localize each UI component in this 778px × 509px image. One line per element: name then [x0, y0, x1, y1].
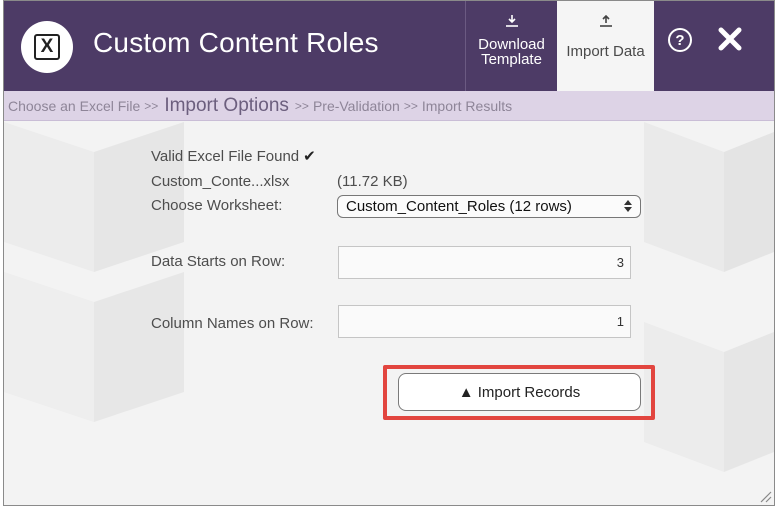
download-label-line2: Template	[481, 51, 542, 68]
breadcrumb-step-pre-validation: Pre-Validation	[312, 97, 400, 114]
download-label-line1: Download	[478, 36, 545, 53]
data-start-row-label: Data Starts on Row:	[151, 253, 286, 270]
file-name: Custom_Conte...xlsx	[151, 173, 290, 190]
excel-icon: X	[21, 21, 73, 73]
checkmark-icon: ✔	[303, 148, 316, 165]
import-data-tab[interactable]: Import Data	[557, 1, 654, 91]
download-icon	[505, 15, 519, 27]
breadcrumb-separator: >>	[294, 98, 309, 113]
worksheet-select-value: Custom_Content_Roles (12 rows)	[346, 198, 572, 215]
breadcrumb-separator: >>	[144, 98, 159, 113]
import-options-form: Valid Excel File Found ✔ Custom_Conte...x…	[4, 122, 774, 505]
column-names-row-label: Column Names on Row:	[151, 315, 314, 332]
import-records-button[interactable]: ▲ Import Records	[398, 373, 641, 411]
worksheet-select[interactable]: Custom_Content_Roles (12 rows)	[337, 195, 641, 218]
data-start-row-input[interactable]: 3	[338, 246, 631, 279]
valid-file-message: Valid Excel File Found ✔	[151, 147, 316, 165]
dialog-title: Custom Content Roles	[93, 27, 379, 58]
breadcrumb: Choose an Excel File >> Import Options >…	[4, 91, 774, 121]
import-data-label: Import Data	[566, 43, 645, 60]
help-icon[interactable]: ?	[668, 28, 692, 52]
breadcrumb-step-import-results: Import Results	[421, 97, 513, 114]
download-template-button[interactable]: Download Template	[465, 1, 557, 91]
valid-file-text: Valid Excel File Found	[151, 148, 300, 165]
close-icon[interactable]	[714, 23, 746, 55]
resize-handle-icon[interactable]	[758, 489, 772, 503]
breadcrumb-step-import-options: Import Options	[164, 94, 289, 116]
worksheet-label: Choose Worksheet:	[151, 197, 283, 214]
select-arrows-icon	[624, 200, 632, 212]
breadcrumb-step-choose-file: Choose an Excel File	[8, 97, 141, 114]
breadcrumb-separator: >>	[403, 98, 418, 113]
import-dialog: X Custom Content Roles Download Template…	[3, 0, 775, 506]
dialog-header: X Custom Content Roles Download Template…	[4, 1, 774, 91]
excel-icon-letter: X	[34, 34, 60, 60]
upload-icon	[599, 15, 613, 27]
column-names-row-input[interactable]: 1	[338, 305, 631, 338]
file-size: (11.72 KB)	[337, 173, 408, 190]
